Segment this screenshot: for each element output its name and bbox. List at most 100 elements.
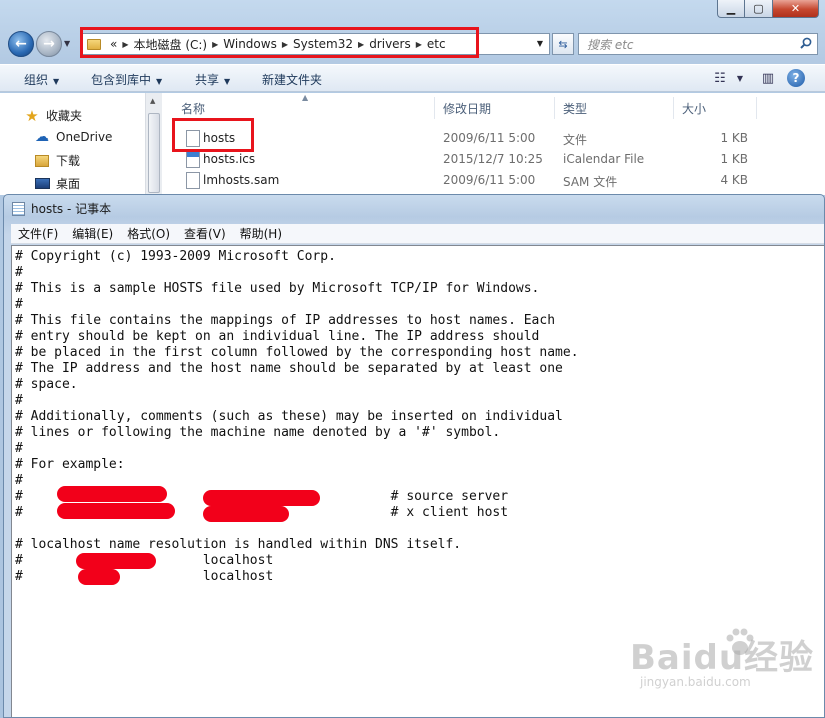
notepad-title: hosts - 记事本 [31,202,112,216]
file-name: hosts.ics [203,152,256,166]
file-type: 文件 [563,133,588,147]
arrow-right-icon: → [43,36,55,52]
notepad-line: # lines or following the machine name de… [15,425,501,440]
new-folder-label: 新建文件夹 [262,73,323,87]
new-folder-button[interactable]: 新建文件夹 [262,71,322,88]
notepad-line: # This is a sample HOSTS file used by Mi… [15,281,540,296]
scrollbar-thumb[interactable] [148,113,160,193]
column-header-size[interactable]: 大小 [682,100,706,117]
notepad-line: # Additionally, comments (such as these)… [15,409,563,424]
notepad-menu-bar: 文件(F) 编辑(E) 格式(O) 查看(V) 帮助(H) [11,224,824,244]
organize-button[interactable]: 组织 ▼ [24,71,59,88]
search-placeholder: 搜索 etc [587,37,634,52]
file-type: iCalendar File [563,152,645,166]
column-divider[interactable] [554,97,555,119]
notepad-title-bar: hosts - 记事本 [12,200,111,217]
scroll-up-icon[interactable]: ▲ [150,97,155,105]
column-divider[interactable] [434,97,435,119]
refresh-button[interactable]: ⇆ [552,33,574,55]
window-caption-buttons: ▁ ▢ ✕ [717,0,819,18]
hosts-highlight-box [172,118,254,152]
recent-pages-dropdown[interactable]: ▼ [64,39,70,48]
sort-ascending-icon: ▲ [302,93,309,102]
nav-item-label: 桌面 [56,177,81,191]
close-button[interactable]: ✕ [773,0,819,18]
file-size: 1 KB [720,152,748,166]
include-library-label: 包含到库中 [91,73,152,87]
menu-file[interactable]: 文件(F) [11,225,65,242]
nav-item-downloads[interactable]: 下载 [34,152,80,169]
notepad-line: # [15,393,23,408]
file-list: ▲ 名称 修改日期 类型 大小 hosts 2009/6/11 5:00 文件 … [162,93,825,195]
notepad-line: # [15,473,23,488]
file-date: 2009/6/11 5:00 [443,131,536,145]
back-button[interactable]: ← [8,31,34,57]
notepad-line: # space. [15,377,78,392]
notepad-line: # [15,441,23,456]
notepad-line: # be placed in the first column followed… [15,345,579,360]
nav-item-onedrive[interactable]: ☁ OneDrive [34,129,113,145]
view-options-dropdown-icon[interactable]: ▼ [731,69,749,87]
maximize-button[interactable]: ▢ [745,0,773,18]
menu-view[interactable]: 查看(V) [177,225,233,242]
paw-icon [726,628,754,655]
column-header-type[interactable]: 类型 [563,100,587,117]
notepad-line: # localhost name resolution is handled w… [15,537,462,552]
nav-item-label: 收藏夹 [46,109,83,123]
column-header-date[interactable]: 修改日期 [443,100,491,117]
redaction-mark [76,553,156,569]
file-size: 4 KB [720,173,748,187]
column-divider[interactable] [756,97,757,119]
column-headers: ▲ 名称 修改日期 类型 大小 [162,93,825,121]
file-date: 2015/12/7 10:25 [443,152,543,166]
desktop-icon [34,177,50,191]
menu-help[interactable]: 帮助(H) [233,225,289,242]
chevron-down-icon: ▼ [224,77,231,86]
command-bar: 组织 ▼ 包含到库中 ▼ 共享 ▼ 新建文件夹 ☷ ▼ ▥ ? [0,64,825,92]
change-view-icon[interactable]: ☷ [711,69,729,87]
menu-format[interactable]: 格式(O) [120,225,177,242]
address-dropdown-icon[interactable]: ▼ [537,39,543,48]
search-input[interactable]: 搜索 etc [578,33,818,55]
menu-edit[interactable]: 编辑(E) [65,225,120,242]
chevron-down-icon: ▼ [53,77,60,86]
file-row-hosts[interactable]: hosts 2009/6/11 5:00 文件 1 KB [162,128,825,149]
download-folder-icon [34,154,50,168]
navigation-scrollbar[interactable]: ▲ [145,93,162,195]
file-row-hosts-ics[interactable]: hosts.ics 2015/12/7 10:25 iCalendar File… [162,149,825,170]
redaction-mark [57,503,175,519]
chevron-down-icon: ▼ [156,77,163,86]
nav-item-desktop[interactable]: 桌面 [34,175,80,192]
preview-pane-icon[interactable]: ▥ [759,69,777,87]
include-in-library-button[interactable]: 包含到库中 ▼ [91,71,162,88]
notepad-line: # [15,265,23,280]
notepad-line: # localhost [15,569,274,584]
nav-item-favorites[interactable]: ★ 收藏夹 [24,106,83,125]
navigation-pane: ★ 收藏夹 ☁ OneDrive 下载 桌面 ▲ [0,93,162,195]
refresh-icon: ⇆ [558,37,568,51]
share-label: 共享 [195,73,220,87]
redaction-mark [203,490,320,506]
cloud-icon: ☁ [35,129,49,145]
column-divider[interactable] [673,97,674,119]
help-icon[interactable]: ? [787,69,805,87]
notepad-icon [12,201,25,216]
file-date: 2009/6/11 5:00 [443,173,536,187]
notepad-line: # Copyright (c) 1993-2009 Microsoft Corp… [15,249,336,264]
column-header-name[interactable]: 名称 [181,100,205,117]
nav-item-label: OneDrive [56,130,113,144]
search-icon[interactable] [800,37,812,49]
minimize-button[interactable]: ▁ [717,0,745,18]
redaction-mark [78,569,120,585]
file-name: lmhosts.sam [203,173,280,187]
redaction-mark [203,506,289,522]
share-button[interactable]: 共享 ▼ [195,71,230,88]
view-controls: ☷ ▼ ▥ ? [711,69,805,87]
star-icon: ★ [25,106,39,125]
forward-button[interactable]: → [36,31,62,57]
calendar-file-icon [186,151,200,168]
notepad-line: # [15,297,23,312]
arrow-left-icon: ← [15,36,27,52]
file-type: SAM 文件 [563,175,618,189]
file-row-lmhosts-sam[interactable]: lmhosts.sam 2009/6/11 5:00 SAM 文件 4 KB [162,170,825,191]
